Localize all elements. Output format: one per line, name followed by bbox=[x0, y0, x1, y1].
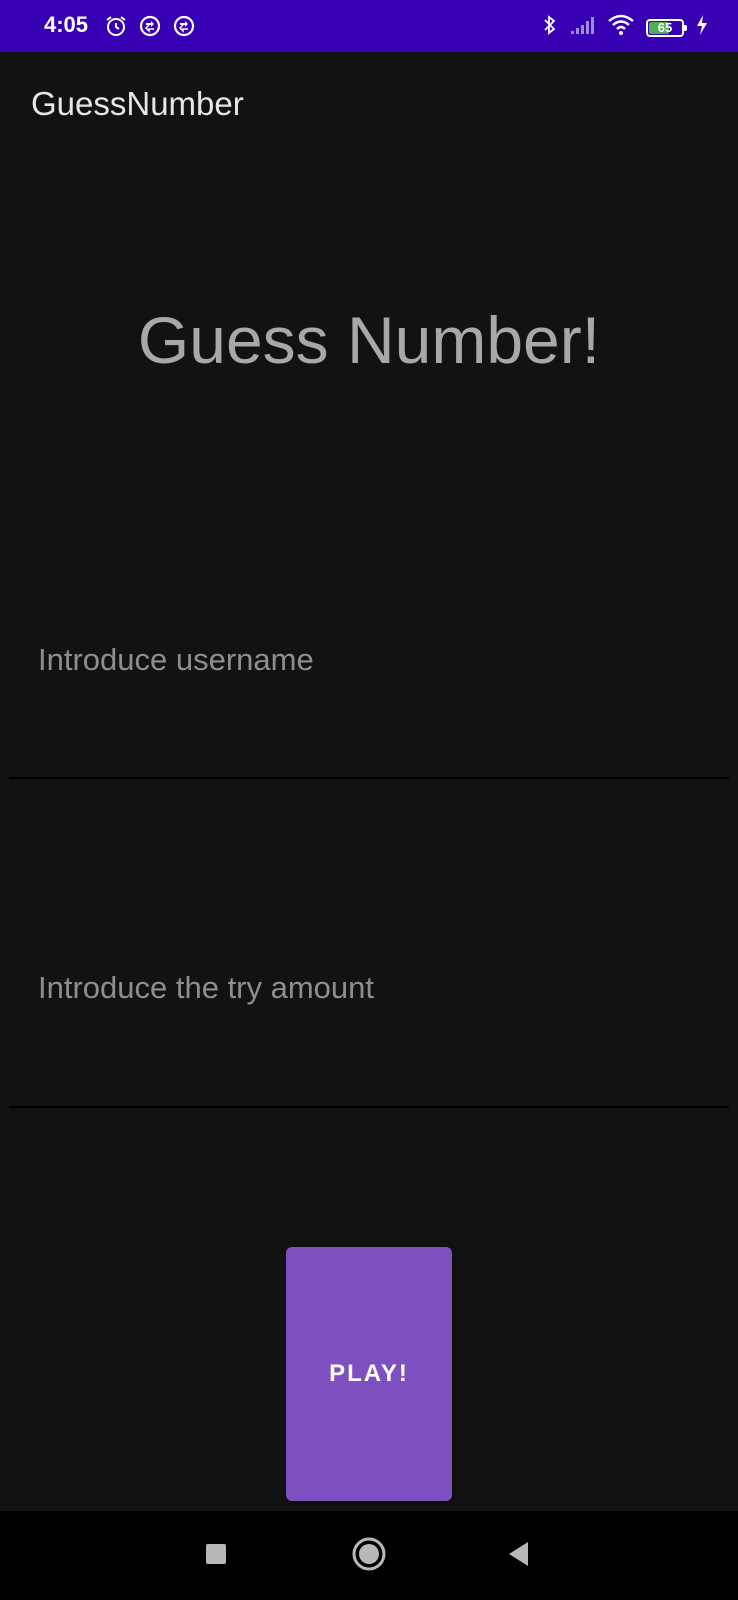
bluetooth-icon bbox=[542, 13, 558, 42]
back-button[interactable] bbox=[494, 1531, 544, 1581]
battery-icon: 65 bbox=[646, 18, 687, 37]
status-left-icons bbox=[104, 14, 196, 38]
try-amount-input[interactable] bbox=[38, 958, 698, 1018]
status-right-icons: 65 bbox=[542, 13, 708, 42]
status-bar: 4:05 65 bbox=[0, 0, 738, 52]
battery-level: 65 bbox=[657, 19, 673, 35]
tries-underline bbox=[9, 1106, 729, 1108]
page-title: Guess Number! bbox=[137, 303, 601, 377]
sync-icon bbox=[172, 14, 196, 38]
play-button[interactable]: PLAY! bbox=[286, 1247, 452, 1501]
app-bar-title: GuessNumber bbox=[31, 85, 244, 122]
recents-icon bbox=[204, 1542, 228, 1571]
sync-icon bbox=[138, 14, 162, 38]
username-input[interactable] bbox=[38, 630, 698, 690]
signal-icon bbox=[570, 15, 596, 40]
back-icon bbox=[506, 1540, 532, 1573]
alarm-icon bbox=[104, 14, 128, 38]
wifi-icon bbox=[608, 14, 634, 41]
charging-icon bbox=[696, 14, 708, 41]
navigation-bar bbox=[0, 1511, 738, 1600]
recents-button[interactable] bbox=[191, 1531, 241, 1581]
tries-field-container bbox=[9, 958, 729, 1108]
app-screen: 4:05 65 GuessNumber Guess Number! Introd… bbox=[0, 0, 738, 1600]
username-underline bbox=[9, 777, 729, 779]
battery-tip bbox=[684, 24, 687, 31]
home-button[interactable] bbox=[344, 1531, 394, 1581]
home-icon bbox=[352, 1537, 386, 1576]
username-field-container bbox=[9, 630, 729, 779]
status-time: 4:05 bbox=[44, 12, 89, 37]
